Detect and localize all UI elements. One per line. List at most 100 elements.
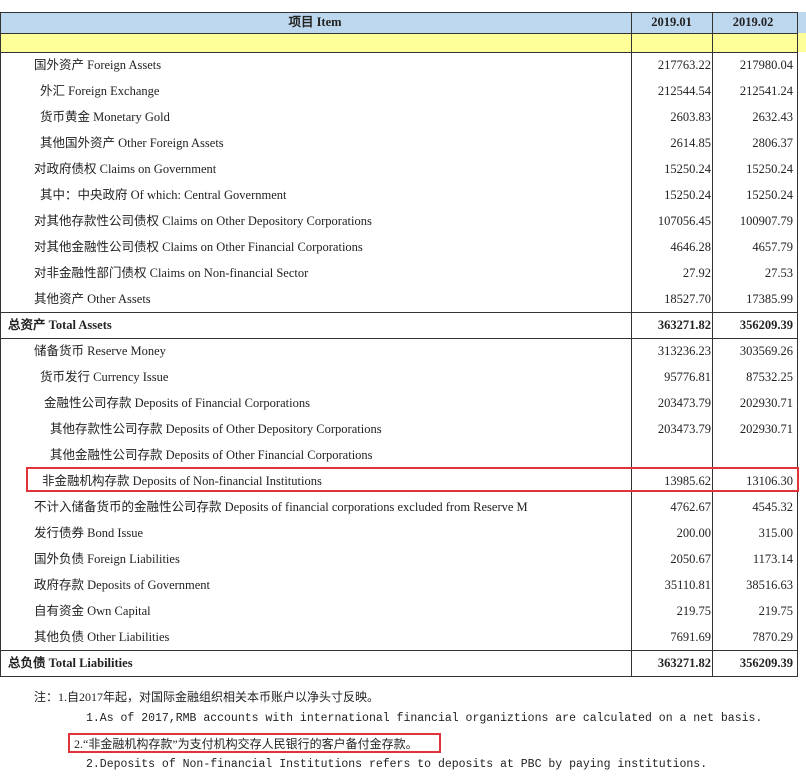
row-label: 其他金融性公司存款 Deposits of Other Financial Co… xyxy=(50,448,373,462)
value-2019-02: 17385.99 xyxy=(746,292,793,306)
grid-line xyxy=(0,52,798,53)
value-2019-01: 2050.67 xyxy=(670,552,711,566)
value-2019-02: 15250.24 xyxy=(746,162,793,176)
value-2019-02 xyxy=(713,442,793,468)
value-2019-01: 15250.24 xyxy=(664,162,711,176)
row-label: 国外负债 Foreign Liabilities xyxy=(34,552,180,566)
table-row: 不计入储备货币的金融性公司存款 Deposits of financial co… xyxy=(0,494,806,520)
value-2019-02: 202930.71 xyxy=(739,396,793,410)
table-row: 发行债券 Bond Issue 200.00 315.00 xyxy=(0,520,806,546)
row-label: 总资产 Total Assets xyxy=(8,318,112,332)
value-2019-02: 356209.39 xyxy=(739,318,793,332)
grid-line xyxy=(0,312,798,313)
table-row: 其他国外资产 Other Foreign Assets 2614.85 2806.3… xyxy=(0,130,806,156)
table-row: 对政府债权 Claims on Government 15250.24 15250.… xyxy=(0,156,806,182)
value-2019-01: 203473.79 xyxy=(657,396,711,410)
row-label: 其他存款性公司存款 Deposits of Other Depository C… xyxy=(50,422,382,436)
table-row: 对非金融性部门债权 Claims on Non-financial Sector… xyxy=(0,260,806,286)
grid-line xyxy=(712,12,713,676)
note-1-chinese: 注：1.自2017年起，对国际金融组织相关本币账户以净头寸反映。 xyxy=(34,690,380,704)
value-2019-02: 38516.63 xyxy=(746,578,793,592)
row-label: 国外资产 Foreign Assets xyxy=(34,58,162,72)
grid-line xyxy=(0,676,798,677)
value-2019-02: 100907.79 xyxy=(739,214,793,228)
row-label: 其他负债 Other Liabilities xyxy=(34,630,170,644)
value-2019-01: 18527.70 xyxy=(664,292,711,306)
note-2-english: 2.Deposits of Non-financial Institutions… xyxy=(86,758,708,771)
grid-line xyxy=(0,33,798,34)
row-label: 政府存款 Deposits of Government xyxy=(34,578,211,592)
row-label: 储备货币 Reserve Money xyxy=(34,344,166,358)
table-row: 其中：中央政府 Of which: Central Government 1525… xyxy=(0,182,806,208)
row-label: 发行债券 Bond Issue xyxy=(34,526,144,540)
table-row: 其他存款性公司存款 Deposits of Other Depository C… xyxy=(0,416,806,442)
row-label: 货币发行 Currency Issue xyxy=(40,370,169,384)
row-label: 其他资产 Other Assets xyxy=(34,292,151,306)
value-2019-01: 203473.79 xyxy=(657,422,711,436)
value-2019-02: 217980.04 xyxy=(739,58,793,72)
grid-line xyxy=(0,12,798,13)
table-row: 自有资金 Own Capital 219.75 219.75 xyxy=(0,598,806,624)
value-2019-02: 4545.32 xyxy=(752,500,793,514)
value-2019-02: 212541.24 xyxy=(739,84,793,98)
value-2019-01: 363271.82 xyxy=(657,318,711,332)
item-column-header: 项目 Item xyxy=(288,15,342,29)
table-row: 对其他金融性公司债权 Claims on Other Financial Cor… xyxy=(0,234,806,260)
grid-line xyxy=(0,650,798,651)
row-label: 对其他存款性公司债权 Claims on Other Depository Co… xyxy=(34,214,372,228)
value-2019-02: 2632.43 xyxy=(752,110,793,124)
row-label: 货币黄金 Monetary Gold xyxy=(40,110,170,124)
value-2019-02: 4657.79 xyxy=(752,240,793,254)
row-label: 对政府债权 Claims on Government xyxy=(34,162,217,176)
row-label: 总负债 Total Liabilities xyxy=(8,656,133,670)
value-2019-02: 7870.29 xyxy=(752,630,793,644)
table-row: 货币发行 Currency Issue 95776.81 87532.25 xyxy=(0,364,806,390)
table-row: 其他负债 Other Liabilities 7691.69 7870.29 xyxy=(0,624,806,650)
row-label: 其中：中央政府 Of which: Central Government xyxy=(40,188,287,202)
table-row: 国外负债 Foreign Liabilities 2050.67 1173.14 xyxy=(0,546,806,572)
row-label: 不计入储备货币的金融性公司存款 Deposits of financial co… xyxy=(34,500,528,514)
value-2019-01: 4646.28 xyxy=(670,240,711,254)
table-row: 国外资产 Foreign Assets 217763.22 217980.04 xyxy=(0,52,806,78)
table-row: 总负债 Total Liabilities 363271.82 356209.39 xyxy=(0,650,806,676)
table-row: 其他金融性公司存款 Deposits of Other Financial Co… xyxy=(0,442,806,468)
value-2019-02: 87532.25 xyxy=(746,370,793,384)
value-2019-01: 2614.85 xyxy=(670,136,711,150)
table-row: 政府存款 Deposits of Government 35110.81 38516… xyxy=(0,572,806,598)
subheader-band xyxy=(0,33,806,52)
value-2019-01: 212544.54 xyxy=(657,84,711,98)
row-label: 自有资金 Own Capital xyxy=(34,604,151,618)
value-2019-02: 15250.24 xyxy=(746,188,793,202)
value-2019-01: 363271.82 xyxy=(657,656,711,670)
table-row: 总资产 Total Assets 363271.82 356209.39 xyxy=(0,312,806,338)
value-2019-01: 95776.81 xyxy=(664,370,711,384)
value-2019-01 xyxy=(631,442,711,468)
row-label: 外汇 Foreign Exchange xyxy=(40,84,160,98)
value-2019-01: 35110.81 xyxy=(664,578,711,592)
value-2019-02: 202930.71 xyxy=(739,422,793,436)
value-2019-01: 4762.67 xyxy=(670,500,711,514)
value-2019-02: 315.00 xyxy=(758,526,793,540)
value-2019-02: 27.53 xyxy=(764,266,793,280)
col-2019-02-header: 2019.02 xyxy=(732,15,774,29)
row-label: 其他国外资产 Other Foreign Assets xyxy=(40,136,224,150)
value-2019-02: 356209.39 xyxy=(739,656,793,670)
table-header: 项目 Item 2019.01 2019.02 xyxy=(0,12,806,33)
value-2019-01: 2603.83 xyxy=(670,110,711,124)
table-row: 对其他存款性公司债权 Claims on Other Depository Co… xyxy=(0,208,806,234)
row-label: 对其他金融性公司债权 Claims on Other Financial Cor… xyxy=(34,240,363,254)
highlight-box-note-2 xyxy=(68,733,441,753)
grid-line xyxy=(0,12,1,676)
value-2019-01: 313236.23 xyxy=(657,344,711,358)
grid-line xyxy=(631,12,632,676)
value-2019-01: 107056.45 xyxy=(657,214,711,228)
value-2019-01: 219.75 xyxy=(676,604,711,618)
highlight-box-nonfinancial-deposits xyxy=(26,467,799,492)
value-2019-01: 200.00 xyxy=(676,526,711,540)
value-2019-02: 303569.26 xyxy=(739,344,793,358)
table-row: 外汇 Foreign Exchange 212544.54 212541.24 xyxy=(0,78,806,104)
row-label: 对非金融性部门债权 Claims on Non-financial Sector xyxy=(34,266,309,280)
value-2019-01: 7691.69 xyxy=(670,630,711,644)
value-2019-02: 219.75 xyxy=(758,604,793,618)
table-row: 其他资产 Other Assets 18527.70 17385.99 xyxy=(0,286,806,312)
